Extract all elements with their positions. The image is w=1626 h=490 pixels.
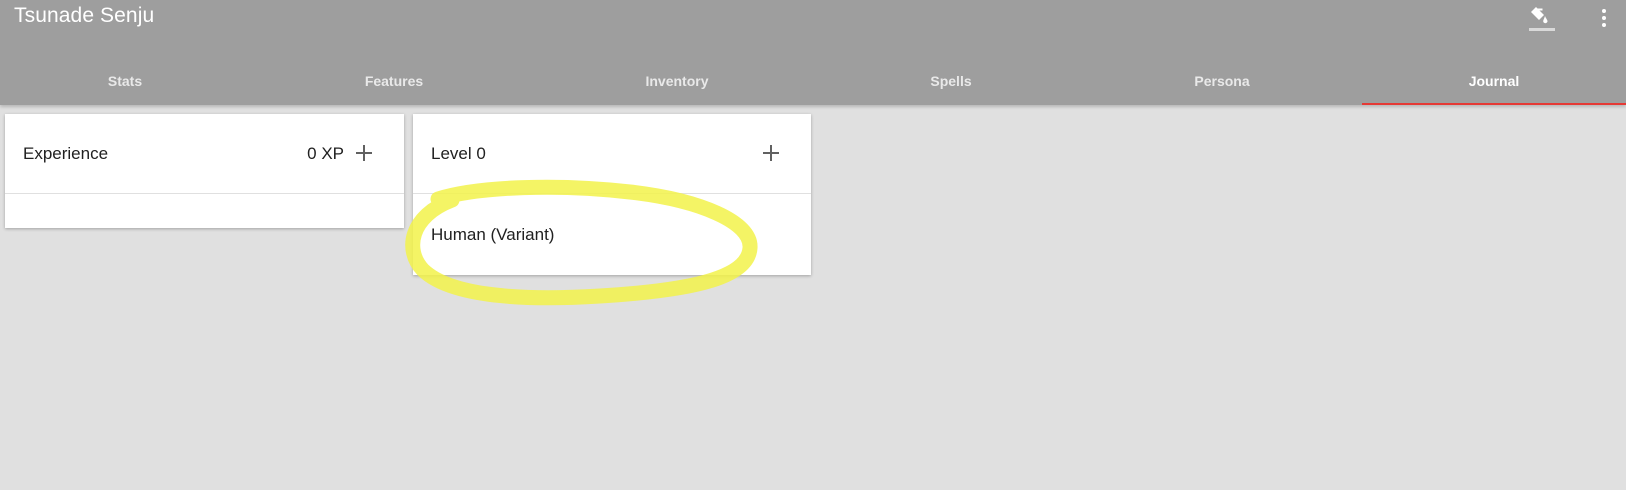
tab-journal[interactable]: Journal (1362, 56, 1626, 105)
experience-row: Experience 0 XP (5, 114, 404, 194)
level-card: Level 0 Human (Variant) (413, 114, 811, 275)
race-list-item[interactable]: Human (Variant) (413, 194, 811, 275)
more-vert-icon (1602, 9, 1606, 27)
add-experience-button[interactable] (349, 138, 379, 168)
race-label: Human (Variant) (431, 225, 555, 244)
theme-button[interactable] (1522, 0, 1562, 36)
app-root: Tsunade Senju Stats Features Inventory S… (0, 0, 1626, 490)
tab-bar: Stats Features Inventory Spells Persona … (0, 56, 1626, 105)
experience-card: Experience 0 XP (5, 114, 404, 228)
app-header: Tsunade Senju Stats Features Inventory S… (0, 0, 1626, 105)
tab-stats[interactable]: Stats (0, 56, 250, 105)
active-tab-indicator (1362, 103, 1626, 105)
tab-inventory[interactable]: Inventory (552, 56, 802, 105)
format-paint-icon (1529, 7, 1555, 31)
add-level-button[interactable] (756, 138, 786, 168)
experience-value: 0 XP (307, 144, 344, 163)
tab-persona[interactable]: Persona (1097, 56, 1347, 105)
level-label: Level 0 (431, 144, 486, 163)
plus-icon (356, 145, 372, 161)
character-name-title: Tsunade Senju (14, 4, 155, 27)
experience-label: Experience (23, 144, 109, 163)
tab-features[interactable]: Features (269, 56, 519, 105)
tab-spells[interactable]: Spells (826, 56, 1076, 105)
plus-icon (763, 145, 779, 161)
more-options-button[interactable] (1584, 0, 1624, 36)
level-row: Level 0 (413, 114, 811, 194)
